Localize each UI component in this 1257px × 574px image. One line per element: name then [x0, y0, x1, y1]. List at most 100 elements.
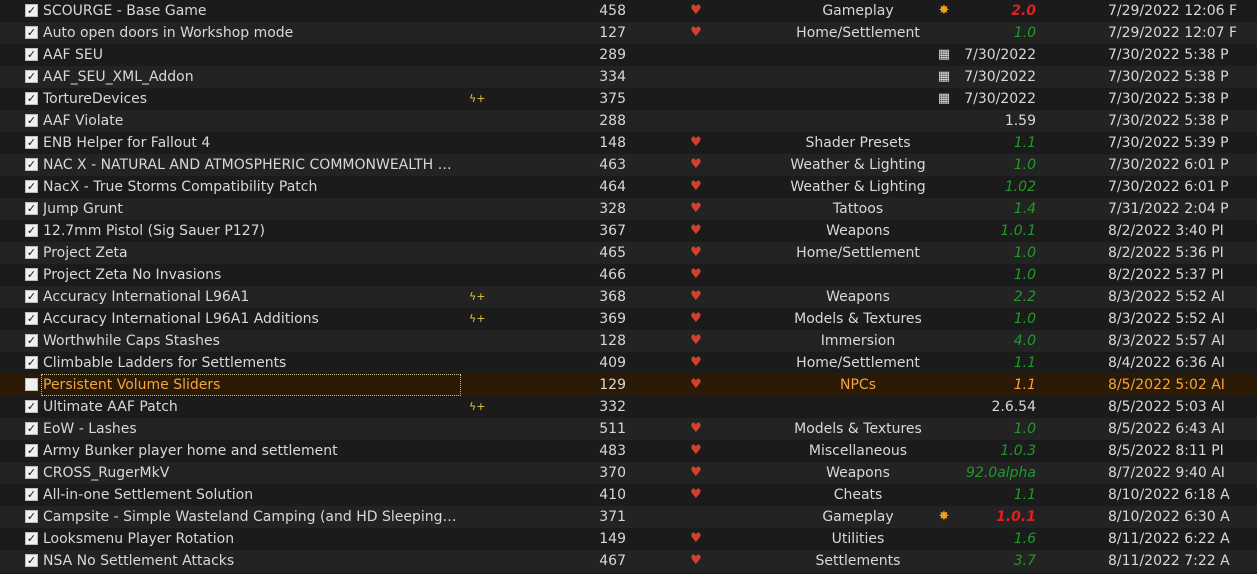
- mod-row[interactable]: ✓ NacX - True Storms Compatibility Patch 4…: [0, 176, 1257, 198]
- heart-question-icon: ♥: [690, 421, 702, 436]
- mod-version: 1.0: [1013, 25, 1036, 41]
- mod-install-date: 8/4/2022 6:36 AI: [1108, 355, 1225, 371]
- mod-category: Gameplay: [822, 509, 894, 525]
- mod-row[interactable]: ✓ Ultimate AAF Patch ϟ+ 332 2.6.54 8/5/2022 5…: [0, 396, 1257, 418]
- mod-install-date: 8/3/2022 5:52 AI: [1108, 311, 1225, 327]
- mod-row[interactable]: ✓ ENB Helper for Fallout 4 148 ♥ Shader Pres…: [0, 132, 1257, 154]
- mod-row[interactable]: ✓ 12.7mm Pistol (Sig Sauer P127) 367 ♥ Weapo…: [0, 220, 1257, 242]
- heart-question-icon: ♥: [690, 443, 702, 458]
- mod-install-date: 8/11/2022 7:22 A: [1108, 553, 1230, 569]
- mod-row[interactable]: ✓ CROSS_RugerMkV 370 ♥ Weapons 92.0alpha 8/7/2…: [0, 462, 1257, 484]
- mod-enabled-checkbox[interactable]: ✓: [25, 290, 38, 303]
- mod-enabled-checkbox[interactable]: ✓: [25, 180, 38, 193]
- mod-enabled-checkbox[interactable]: ✓: [25, 48, 38, 61]
- mod-priority: 410: [599, 487, 626, 503]
- mod-priority: 370: [599, 465, 626, 481]
- mod-install-date: 7/30/2022 5:39 P: [1108, 135, 1229, 151]
- mod-version: 1.1: [1013, 355, 1036, 371]
- mod-row[interactable]: ✓ EoW - Lashes 511 ♥ Models & Textures 1.0 8/5…: [0, 418, 1257, 440]
- mod-priority: 129: [599, 377, 626, 393]
- mod-name: Project Zeta No Invasions: [43, 267, 222, 283]
- mod-row[interactable]: ✓ Looksmenu Player Rotation 149 ♥ Utilities 1…: [0, 528, 1257, 550]
- mod-category: [760, 44, 956, 66]
- mod-row[interactable]: ✓ Accuracy International L96A1 Additions ϟ…: [0, 308, 1257, 330]
- mod-row[interactable]: ✓ Climbable Ladders for Settlements 409 ♥ Ho…: [0, 352, 1257, 374]
- mod-row[interactable]: ✓ AAF Violate 288 1.59 7/30/2022 5:38 P: [0, 110, 1257, 132]
- mod-category: NPCs: [840, 377, 876, 393]
- mod-row[interactable]: ✓ AAF_SEU_XML_Addon 334 ▦ 7/30/2022 7/30/2022…: [0, 66, 1257, 88]
- mod-row[interactable]: ✓ Project Zeta 465 ♥ Home/Settlement 1.0 8/2/2…: [0, 242, 1257, 264]
- mod-priority: 466: [599, 267, 626, 283]
- mod-install-date: 7/30/2022 5:38 P: [1108, 47, 1229, 63]
- mod-install-date: 8/11/2022 6:22 A: [1108, 531, 1230, 547]
- heart-question-icon: ♥: [690, 179, 702, 194]
- mod-install-date: 7/30/2022 6:01 P: [1108, 157, 1229, 173]
- mod-category: [760, 88, 956, 110]
- heart-question-icon: ♥: [690, 245, 702, 260]
- mod-enabled-checkbox[interactable]: ✓: [25, 532, 38, 545]
- mod-row[interactable]: ✓ SCOURGE - Base Game 458 ♥ Gameplay ✸ 2.0 7/29…: [0, 0, 1257, 22]
- mod-category: Shader Presets: [805, 135, 911, 151]
- mod-install-date: 8/2/2022 3:40 PI: [1108, 223, 1224, 239]
- heart-question-icon: ♥: [690, 201, 702, 216]
- mod-enabled-checkbox[interactable]: ✓: [25, 334, 38, 347]
- mod-enabled-checkbox[interactable]: ✓: [25, 422, 38, 435]
- mod-version: 7/30/2022: [964, 47, 1036, 63]
- mod-version: 1.59: [1004, 113, 1036, 129]
- mod-row[interactable]: ✓ Jump Grunt 328 ♥ Tattoos 1.4 7/31/2022 2:04 …: [0, 198, 1257, 220]
- mod-name: All-in-one Settlement Solution: [43, 487, 254, 503]
- mod-category: Home/Settlement: [796, 245, 920, 261]
- mod-row[interactable]: ✓ Accuracy International L96A1 ϟ+ 368 ♥ Weapo…: [0, 286, 1257, 308]
- heart-question-icon: ♥: [690, 267, 702, 282]
- mod-enabled-checkbox[interactable]: ✓: [25, 26, 38, 39]
- mod-enabled-checkbox[interactable]: ✓: [25, 224, 38, 237]
- mod-version: 1.4: [1013, 201, 1036, 217]
- mod-name: Persistent Volume Sliders: [41, 374, 461, 396]
- mod-name: AAF SEU: [43, 47, 104, 63]
- mod-install-date: 8/2/2022 5:37 PI: [1108, 267, 1224, 283]
- mod-row[interactable]: ✓ Auto open doors in Workshop mode 127 ♥ Hom…: [0, 22, 1257, 44]
- mod-enabled-checkbox[interactable]: ✓: [25, 268, 38, 281]
- mod-name: NSA No Settlement Attacks: [43, 553, 235, 569]
- mod-list[interactable]: ✓ SCOURGE - Base Game 458 ♥ Gameplay ✸ 2.0 7/29…: [0, 0, 1257, 574]
- mod-row[interactable]: ✓ NAC X - NATURAL AND ATMOSPHERIC COMMONW…: [0, 154, 1257, 176]
- mod-enabled-checkbox[interactable]: ✓: [25, 4, 38, 17]
- mod-enabled-checkbox[interactable]: ✓: [25, 136, 38, 149]
- mod-name: Auto open doors in Workshop mode: [43, 25, 294, 41]
- mod-enabled-checkbox[interactable]: ✓: [25, 510, 38, 523]
- mod-priority: 149: [599, 531, 626, 547]
- mod-name: Army Bunker player home and settlement: [43, 443, 338, 459]
- mod-enabled-checkbox[interactable]: ✓: [25, 246, 38, 259]
- heart-question-icon: ♥: [690, 289, 702, 304]
- mod-enabled-checkbox[interactable]: ✓: [25, 488, 38, 501]
- mod-enabled-checkbox[interactable]: ✓: [25, 202, 38, 215]
- mod-enabled-checkbox[interactable]: ✓: [25, 114, 38, 127]
- mod-name: Ultimate AAF Patch: [43, 399, 178, 415]
- mod-install-date: 7/30/2022 5:38 P: [1108, 69, 1229, 85]
- mod-enabled-checkbox[interactable]: ✓: [25, 92, 38, 105]
- mod-enabled-checkbox[interactable]: ✓: [25, 312, 38, 325]
- mod-version: 3.7: [1013, 553, 1036, 569]
- mod-row[interactable]: ✓ TortureDevices ϟ+ 375 ▦ 7/30/2022 7/30/2022 …: [0, 88, 1257, 110]
- mod-row[interactable]: ✓ Campsite - Simple Wasteland Camping (an…: [0, 506, 1257, 528]
- mod-row[interactable]: ✓ AAF SEU 289 ▦ 7/30/2022 7/30/2022 5:38 P: [0, 44, 1257, 66]
- mod-priority: 288: [599, 113, 626, 129]
- mod-enabled-checkbox[interactable]: ✓: [25, 356, 38, 369]
- mod-enabled-checkbox[interactable]: ✓: [25, 158, 38, 171]
- mod-row[interactable]: ✓Persistent Volume Sliders 129 ♥ NPCs 1.1 8/5…: [0, 374, 1257, 396]
- mod-name: Worthwhile Caps Stashes: [43, 333, 220, 349]
- mod-enabled-checkbox[interactable]: ✓: [25, 400, 38, 413]
- mod-row[interactable]: ✓ Worthwhile Caps Stashes 128 ♥ Immersion 4.0…: [0, 330, 1257, 352]
- mod-enabled-checkbox[interactable]: ✓: [25, 70, 38, 83]
- mod-install-date: 8/10/2022 6:30 A: [1108, 509, 1230, 525]
- mod-row[interactable]: ✓ All-in-one Settlement Solution 410 ♥ Cheat…: [0, 484, 1257, 506]
- mod-name: NacX - True Storms Compatibility Patch: [43, 179, 318, 195]
- mod-version: 1.0.3: [1000, 443, 1036, 459]
- mod-enabled-checkbox[interactable]: ✓: [25, 444, 38, 457]
- mod-row[interactable]: ✓ NSA No Settlement Attacks 467 ♥ Settlement…: [0, 550, 1257, 572]
- mod-row[interactable]: ✓ Project Zeta No Invasions 466 ♥ 1.0 8/2/202…: [0, 264, 1257, 286]
- mod-row[interactable]: ✓ Army Bunker player home and settlement 4…: [0, 440, 1257, 462]
- mod-enabled-checkbox[interactable]: ✓: [25, 466, 38, 479]
- mod-enabled-checkbox[interactable]: ✓: [25, 378, 38, 391]
- mod-enabled-checkbox[interactable]: ✓: [25, 554, 38, 567]
